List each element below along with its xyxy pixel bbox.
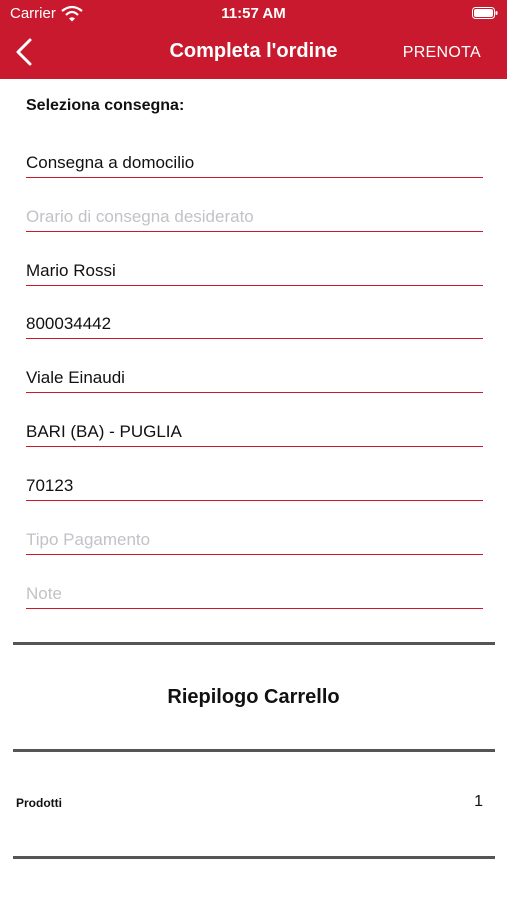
status-bar: Carrier 11:57 AM — [0, 0, 507, 28]
phone-value: 800034442 — [26, 314, 112, 333]
notes-field[interactable]: Note — [26, 578, 483, 609]
payment-type-field[interactable]: Tipo Pagamento — [26, 524, 483, 555]
delivery-time-placeholder: Orario di consegna desiderato — [26, 207, 254, 226]
prenota-button[interactable]: PRENOTA — [403, 44, 481, 62]
name-value: Mario Rossi — [26, 261, 116, 280]
postal-code-value: 70123 — [26, 476, 74, 495]
cart-summary-title: Riepilogo Carrello — [167, 686, 340, 708]
divider — [13, 856, 495, 859]
status-time: 11:57 AM — [221, 5, 286, 22]
delivery-type-field[interactable]: Consegna a domocilio — [26, 147, 483, 178]
address-value: Viale Einaudi — [26, 368, 125, 387]
name-field[interactable]: Mario Rossi — [26, 255, 483, 286]
products-count: 1 — [474, 793, 483, 810]
battery-icon — [472, 7, 498, 19]
payment-type-placeholder: Tipo Pagamento — [26, 530, 151, 549]
city-field[interactable]: BARI (BA) - PUGLIA — [26, 416, 483, 447]
delivery-type-value: Consegna a domocilio — [26, 153, 195, 172]
top-bar: Carrier 11:57 AM Completa l'ordine PRENO… — [0, 0, 507, 79]
city-value: BARI (BA) - PUGLIA — [26, 422, 182, 441]
delivery-time-field[interactable]: Orario di consegna desiderato — [26, 201, 483, 232]
notes-placeholder: Note — [26, 584, 62, 603]
postal-code-field[interactable]: 70123 — [26, 470, 483, 501]
delivery-section-label: Seleziona consegna: — [26, 97, 185, 114]
navigation-bar: Completa l'ordine PRENOTA — [0, 28, 507, 79]
products-label: Prodotti — [16, 796, 62, 810]
address-field[interactable]: Viale Einaudi — [26, 362, 483, 393]
divider — [13, 749, 495, 752]
divider — [13, 642, 495, 645]
phone-field[interactable]: 800034442 — [26, 308, 483, 339]
